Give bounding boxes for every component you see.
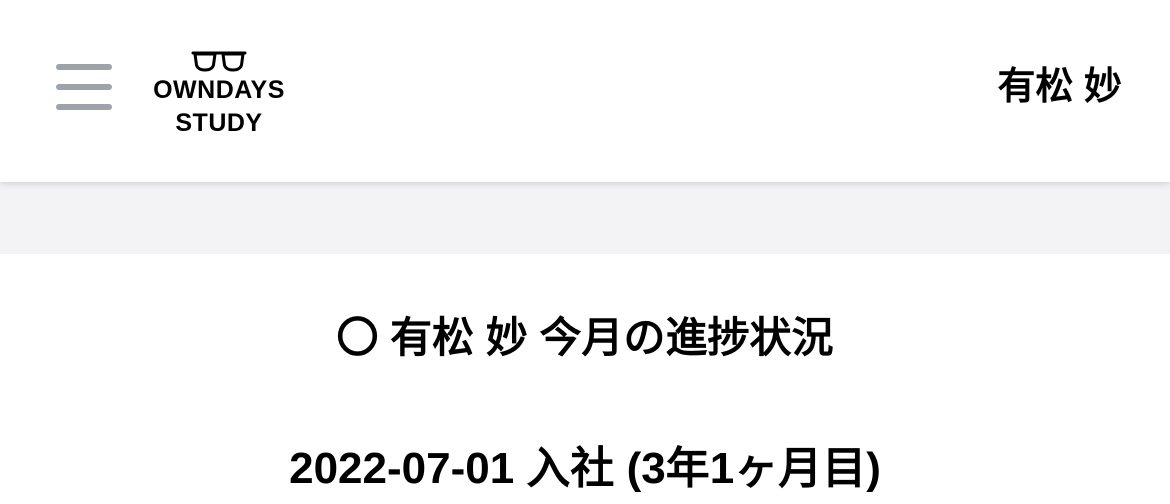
main-content: 〇 有松 妙 今月の進捗状況 2022-07-01 入社 (3年1ヶ月目) xyxy=(0,254,1170,504)
logo-text-study: STUDY xyxy=(175,109,263,137)
app-header: OWNDAYS STUDY 有松 妙 xyxy=(0,0,1170,182)
hamburger-bar xyxy=(56,84,112,90)
user-name[interactable]: 有松 妙 xyxy=(997,64,1122,110)
glasses-icon xyxy=(191,51,247,72)
logo-text-owndays: OWNDAYS xyxy=(153,76,285,104)
gray-band xyxy=(0,182,1170,254)
hamburger-bar xyxy=(56,64,112,70)
join-date-info: 2022-07-01 入社 (3年1ヶ月目) xyxy=(289,444,881,493)
hamburger-menu-icon[interactable] xyxy=(56,64,112,110)
hamburger-bar xyxy=(56,104,112,110)
progress-section-title: 〇 有松 妙 今月の進捗状況 xyxy=(336,314,834,361)
owndays-study-logo[interactable]: OWNDAYS STUDY xyxy=(146,50,292,146)
